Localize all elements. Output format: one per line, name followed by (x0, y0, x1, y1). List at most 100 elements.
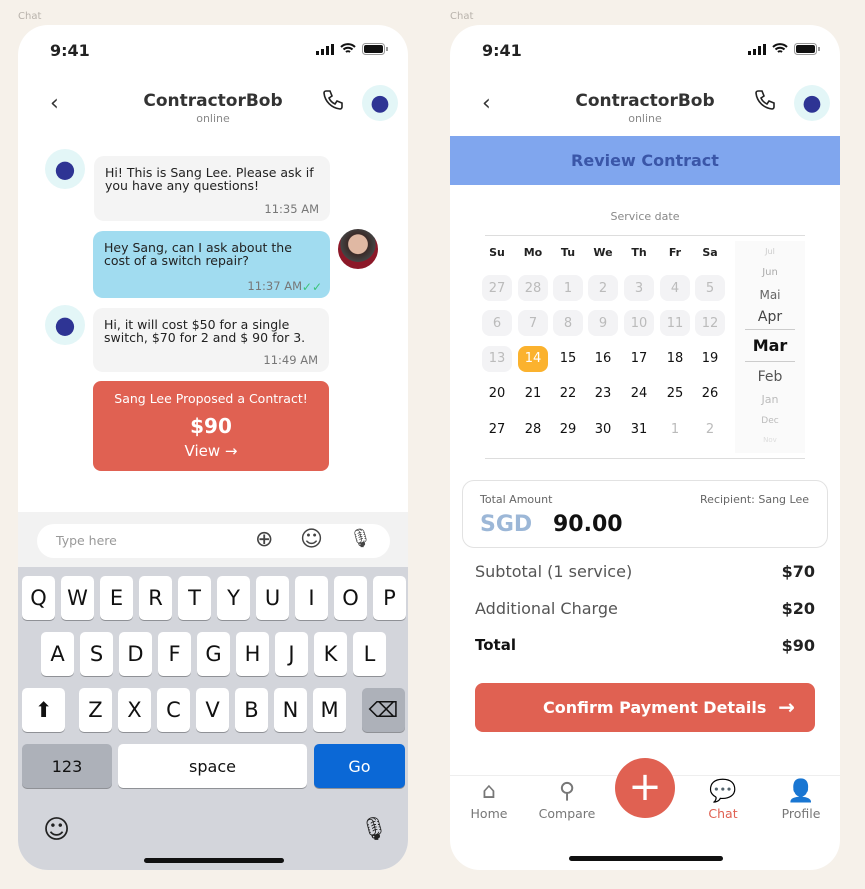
month-option[interactable]: Jan (735, 393, 805, 406)
numbers-key[interactable]: 123 (22, 744, 112, 788)
key-r[interactable]: R (139, 576, 172, 620)
calendar-day[interactable]: 31 (624, 416, 654, 442)
key-e[interactable]: E (100, 576, 133, 620)
month-option[interactable]: Nov (735, 436, 805, 444)
month-picker[interactable]: Jul Jun Mai Apr Mar Feb Jan Dec Nov (735, 241, 805, 453)
month-option[interactable]: Jul (735, 247, 805, 256)
message-bubble: Hi, it will cost $50 for a single switch… (93, 308, 329, 372)
shift-key[interactable]: ⬆ (22, 688, 65, 732)
calendar-day[interactable]: 30 (588, 416, 618, 442)
calendar-day[interactable]: 15 (553, 346, 583, 372)
key-p[interactable]: P (373, 576, 406, 620)
calendar-day[interactable]: 20 (482, 381, 512, 407)
phone-icon[interactable] (753, 89, 777, 113)
calendar-day: 5 (695, 275, 725, 301)
review-contract-banner: Review Contract (450, 136, 840, 185)
calendar-day[interactable]: 29 (553, 416, 583, 442)
message-bubble: Hi! This is Sang Lee. Please ask if you … (94, 156, 330, 221)
key-m[interactable]: M (313, 688, 346, 732)
tab-compare[interactable]: ⚲ Compare (532, 779, 602, 821)
calendar-day: 9 (588, 310, 618, 337)
key-b[interactable]: B (235, 688, 268, 732)
go-key[interactable]: Go (314, 744, 405, 788)
key-a[interactable]: A (41, 632, 74, 676)
emoji-icon[interactable]: ☺ (300, 527, 323, 552)
calendar-day[interactable]: 19 (695, 346, 725, 372)
key-y[interactable]: Y (217, 576, 250, 620)
key-g[interactable]: G (197, 632, 230, 676)
calendar-day[interactable]: 27 (482, 416, 512, 442)
recipient: Recipient: Sang Lee (700, 493, 809, 506)
add-icon[interactable]: ⊕ (255, 527, 273, 552)
key-v[interactable]: V (196, 688, 229, 732)
user-avatar (338, 229, 378, 269)
key-s[interactable]: S (80, 632, 113, 676)
calendar-day[interactable]: 23 (588, 381, 618, 407)
dictation-icon[interactable]: 🎙 (360, 817, 388, 842)
key-k[interactable]: K (314, 632, 347, 676)
calendar-day[interactable]: 25 (660, 381, 690, 407)
calendar-day[interactable]: 16 (588, 346, 618, 372)
contractor-avatar[interactable]: ● (362, 85, 398, 121)
profile-icon: 👤 (787, 779, 815, 804)
calendar-day[interactable]: 24 (624, 381, 654, 407)
total-amount: 90.00 (553, 512, 623, 537)
contractor-avatar[interactable]: ● (794, 85, 830, 121)
confirm-payment-button[interactable]: Confirm Payment Details → (475, 683, 815, 732)
key-d[interactable]: D (119, 632, 152, 676)
chat-icon: 💬 (709, 779, 737, 804)
emoji-keyboard-icon[interactable]: ☺ (43, 815, 70, 845)
screen-label: Chat (18, 11, 42, 22)
arrow-right-icon: → (778, 695, 795, 719)
contact-status: online (196, 112, 230, 125)
phone-icon[interactable] (321, 89, 345, 113)
tab-profile[interactable]: 👤 Profile (766, 779, 836, 821)
view-contract-button[interactable]: View → (93, 442, 329, 460)
calendar-day: 11 (660, 310, 690, 337)
calendar-day[interactable]: 17 (624, 346, 654, 372)
microphone-icon[interactable]: 🎙 (349, 528, 372, 549)
key-n[interactable]: N (274, 688, 307, 732)
month-option[interactable]: Feb (735, 369, 805, 385)
add-fab-button[interactable]: + (615, 758, 675, 818)
contact-name: ContractorBob (143, 91, 283, 111)
calendar-day[interactable]: 28 (518, 416, 548, 442)
contract-proposal-card[interactable]: Sang Lee Proposed a Contract! $90 View → (93, 381, 329, 471)
wifi-icon (772, 43, 788, 53)
calendar-day: 13 (482, 345, 512, 372)
calendar-day[interactable]: 26 (695, 381, 725, 407)
battery-icon (794, 43, 820, 55)
key-h[interactable]: H (236, 632, 269, 676)
line-item-value: $20 (781, 599, 815, 618)
key-q[interactable]: Q (22, 576, 55, 620)
calendar-day-selected[interactable]: 14 (518, 345, 548, 372)
calendar-day[interactable]: 1 (660, 416, 690, 442)
calendar-day[interactable]: 22 (553, 381, 583, 407)
message-input[interactable]: Type here ⊕ ☺ 🎙 (37, 524, 390, 558)
tab-home[interactable]: ⌂ Home (454, 779, 524, 821)
backspace-key[interactable]: ⌫ (362, 688, 405, 732)
month-option[interactable]: Apr (735, 309, 805, 325)
calendar-day: 2 (588, 275, 618, 301)
calendar-day[interactable]: 21 (518, 381, 548, 407)
calendar-day[interactable]: 2 (695, 416, 725, 442)
key-i[interactable]: I (295, 576, 328, 620)
month-option[interactable]: Dec (735, 416, 805, 426)
tab-chat[interactable]: 💬 Chat (688, 779, 758, 821)
month-option[interactable]: Jun (735, 267, 805, 278)
key-c[interactable]: C (157, 688, 190, 732)
key-j[interactable]: J (275, 632, 308, 676)
key-x[interactable]: X (118, 688, 151, 732)
key-z[interactable]: Z (79, 688, 112, 732)
key-f[interactable]: F (158, 632, 191, 676)
month-option[interactable]: Mai (735, 288, 805, 302)
key-t[interactable]: T (178, 576, 211, 620)
space-key[interactable]: space (118, 744, 307, 788)
key-w[interactable]: W (61, 576, 94, 620)
key-u[interactable]: U (256, 576, 289, 620)
calendar-day[interactable]: 18 (660, 346, 690, 372)
key-l[interactable]: L (353, 632, 386, 676)
key-o[interactable]: O (334, 576, 367, 620)
month-option[interactable]: Mar (735, 336, 805, 355)
calendar-day: 6 (482, 310, 512, 337)
